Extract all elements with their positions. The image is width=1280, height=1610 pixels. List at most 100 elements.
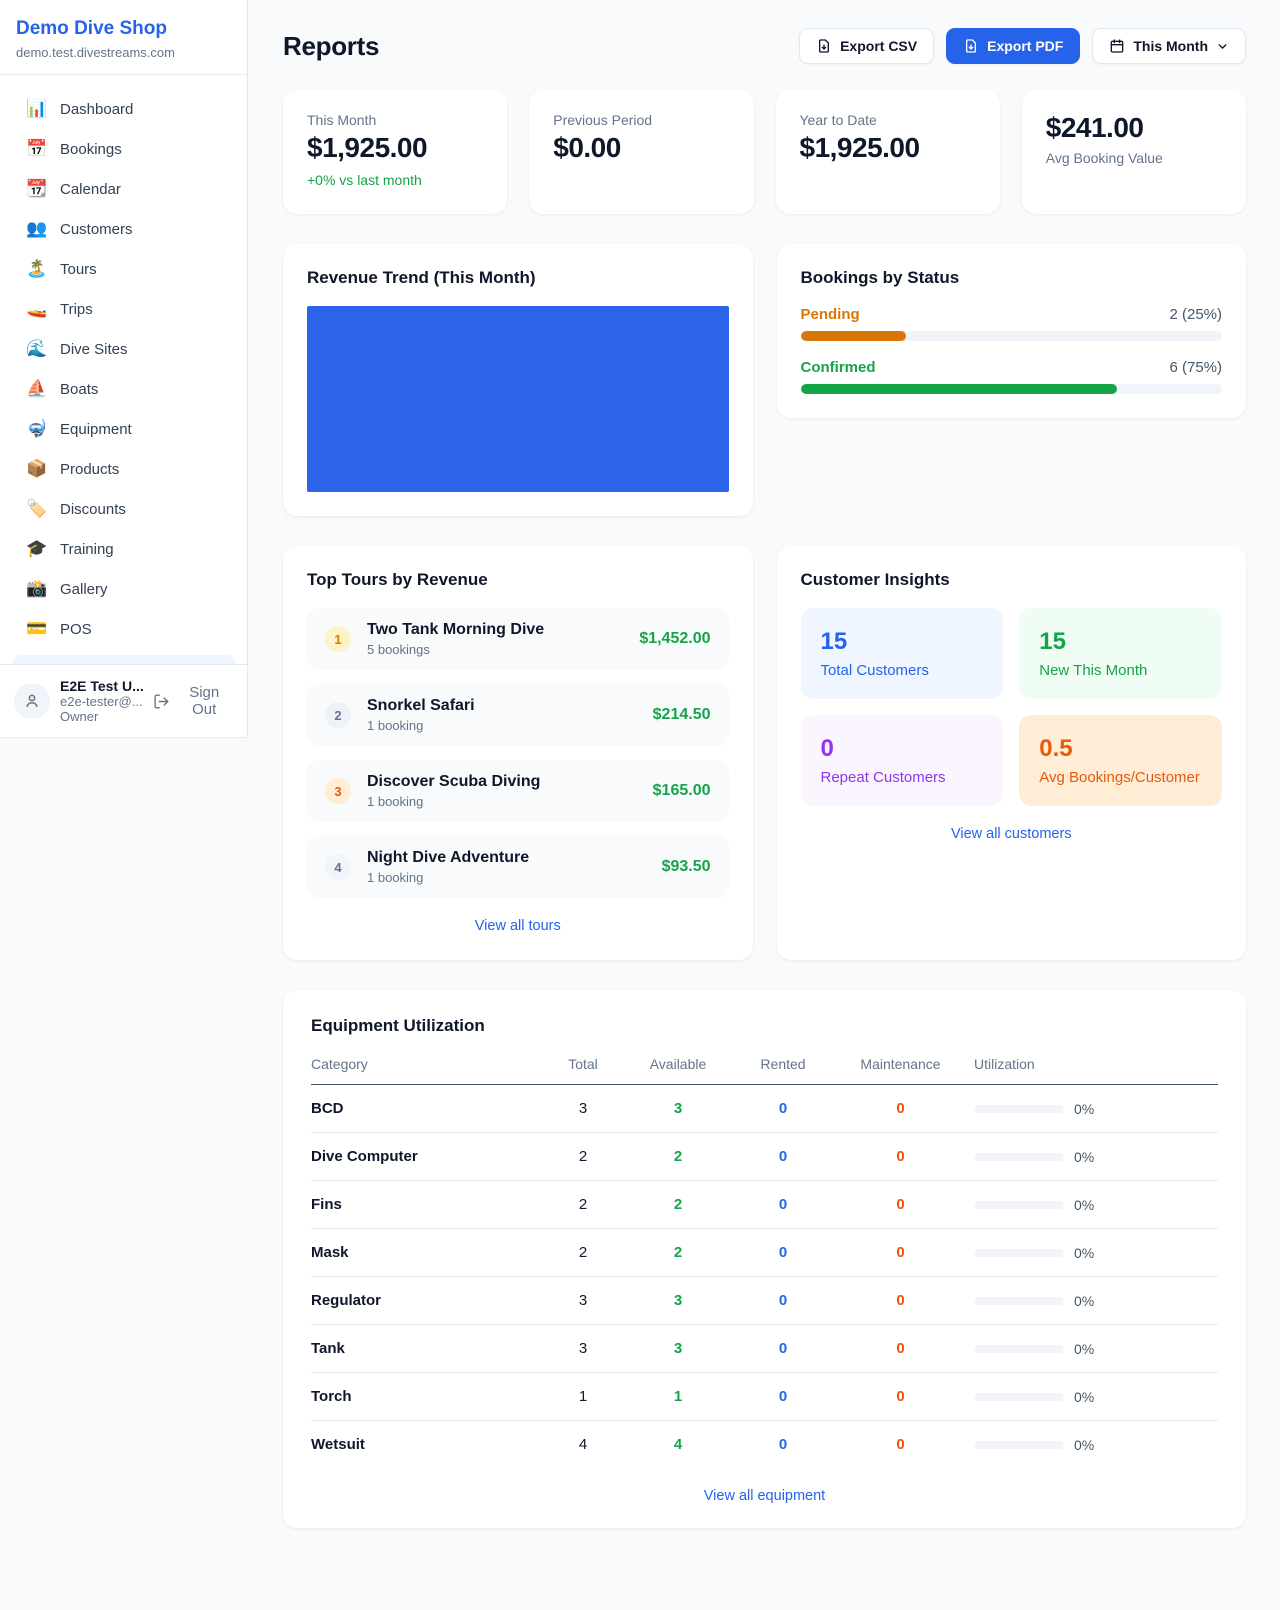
customer-insights-card: Customer Insights 15 Total Customers 15 … <box>777 546 1247 960</box>
utilization-bar <box>974 1249 1064 1257</box>
utilization-bar <box>974 1441 1064 1449</box>
page-title: Reports <box>283 31 379 62</box>
column-header-maintenance: Maintenance <box>833 1056 968 1085</box>
insight-tile-repeat-customers: 0 Repeat Customers <box>801 715 1004 806</box>
cell-utilization: 0% <box>1074 1293 1094 1309</box>
sidebar-item-discounts[interactable]: 🏷️ Discounts <box>0 489 247 529</box>
header-actions: Export CSV Export PDF This Month <box>799 28 1246 64</box>
tour-row[interactable]: 1 Two Tank Morning Dive 5 bookings $1,45… <box>307 608 729 670</box>
tour-name: Snorkel Safari <box>367 697 475 715</box>
progress-fill <box>801 331 906 341</box>
sidebar-item-label: Equipment <box>60 421 132 438</box>
sidebar-item-customers[interactable]: 👥 Customers <box>0 209 247 249</box>
insight-tile-new-this-month: 15 New This Month <box>1019 608 1222 699</box>
sidebar-item-calendar[interactable]: 📆 Calendar <box>0 169 247 209</box>
utilization-bar <box>974 1105 1064 1113</box>
cell-utilization: 0% <box>1074 1245 1094 1261</box>
sidebar-item-label: Tours <box>60 261 97 278</box>
cell-rented: 0 <box>733 1229 833 1277</box>
cell-rented: 0 <box>733 1421 833 1469</box>
insight-value: 15 <box>1039 628 1202 656</box>
export-csv-button[interactable]: Export CSV <box>799 28 934 64</box>
cell-rented: 0 <box>733 1181 833 1229</box>
progress-track <box>801 384 1223 394</box>
sidebar-item-label: Products <box>60 461 119 478</box>
user-meta: E2E Test U... e2e-tester@... Owner <box>60 678 143 724</box>
sign-out-label: Sign Out <box>175 684 233 718</box>
main-content: Reports Export CSV Export PDF <box>249 0 1280 1568</box>
brand-name[interactable]: Demo Dive Shop <box>16 18 231 40</box>
logout-icon <box>153 693 170 710</box>
sidebar-item-label: Training <box>60 541 114 558</box>
sidebar-item-pos[interactable]: 💳 POS <box>0 609 247 649</box>
view-all-customers-link[interactable]: View all customers <box>951 826 1072 842</box>
table-row: Dive Computer 2 2 0 0 0% <box>311 1133 1218 1181</box>
cell-available: 2 <box>623 1133 733 1181</box>
cell-category: Wetsuit <box>311 1421 543 1469</box>
sidebar-item-products[interactable]: 📦 Products <box>0 449 247 489</box>
sidebar-item-tours[interactable]: 🏝️ Tours <box>0 249 247 289</box>
utilization-bar <box>974 1153 1064 1161</box>
tour-row[interactable]: 4 Night Dive Adventure 1 booking $93.50 <box>307 836 729 898</box>
stat-value: $1,925.00 <box>800 132 976 164</box>
table-row: Regulator 3 3 0 0 0% <box>311 1277 1218 1325</box>
sidebar-item-training[interactable]: 🎓 Training <box>0 529 247 569</box>
cell-rented: 0 <box>733 1085 833 1133</box>
cell-utilization: 0% <box>1074 1149 1094 1165</box>
status-row-pending: Pending 2 (25%) <box>801 306 1223 341</box>
cell-category: Tank <box>311 1325 543 1373</box>
sidebar-item-boats[interactable]: ⛵ Boats <box>0 369 247 409</box>
user-role: Owner <box>60 709 143 724</box>
cell-available: 2 <box>623 1181 733 1229</box>
insight-value: 15 <box>821 628 984 656</box>
status-count: 6 (75%) <box>1169 359 1222 376</box>
island-icon: 🏝️ <box>26 259 46 279</box>
view-all-tours-link[interactable]: View all tours <box>475 918 561 934</box>
rank-badge: 2 <box>325 702 351 728</box>
progress-track <box>801 331 1223 341</box>
view-all-equipment-link[interactable]: View all equipment <box>704 1488 825 1504</box>
tour-amount: $1,452.00 <box>639 630 710 648</box>
sidebar-item-bookings[interactable]: 📅 Bookings <box>0 129 247 169</box>
brand: Demo Dive Shop demo.test.divestreams.com <box>0 0 247 75</box>
tour-amount: $165.00 <box>653 782 711 800</box>
top-tours-title: Top Tours by Revenue <box>307 570 729 590</box>
page-header: Reports Export CSV Export PDF <box>283 28 1246 64</box>
charts-row: Revenue Trend (This Month) Bookings by S… <box>283 244 1246 516</box>
sign-out-button[interactable]: Sign Out <box>153 684 233 718</box>
utilization-bar <box>974 1393 1064 1401</box>
cell-utilization: 0% <box>1074 1389 1094 1405</box>
sidebar-item-gallery[interactable]: 📸 Gallery <box>0 569 247 609</box>
sidebar-item-label: Dive Sites <box>60 341 128 358</box>
cell-utilization: 0% <box>1074 1197 1094 1213</box>
table-row: Mask 2 2 0 0 0% <box>311 1229 1218 1277</box>
period-dropdown[interactable]: This Month <box>1092 28 1246 64</box>
package-icon: 📦 <box>26 459 46 479</box>
cell-total: 2 <box>543 1229 623 1277</box>
cell-rented: 0 <box>733 1373 833 1421</box>
tour-row[interactable]: 2 Snorkel Safari 1 booking $214.50 <box>307 684 729 746</box>
tour-bookings: 1 booking <box>367 794 540 809</box>
tour-name: Night Dive Adventure <box>367 849 529 867</box>
sidebar-item-equipment[interactable]: 🤿 Equipment <box>0 409 247 449</box>
export-pdf-button[interactable]: Export PDF <box>946 28 1080 64</box>
utilization-bar <box>974 1345 1064 1353</box>
graduation-cap-icon: 🎓 <box>26 539 46 559</box>
cell-available: 3 <box>623 1085 733 1133</box>
period-label: This Month <box>1133 38 1208 54</box>
cell-utilization: 0% <box>1074 1341 1094 1357</box>
cell-maintenance: 0 <box>833 1133 968 1181</box>
table-row: Torch 1 1 0 0 0% <box>311 1373 1218 1421</box>
tour-row[interactable]: 3 Discover Scuba Diving 1 booking $165.0… <box>307 760 729 822</box>
tour-bookings: 1 booking <box>367 870 529 885</box>
table-row: Wetsuit 4 4 0 0 0% <box>311 1421 1218 1469</box>
sidebar-item-trips[interactable]: 🚤 Trips <box>0 289 247 329</box>
stats-row: This Month $1,925.00 +0% vs last month P… <box>283 90 1246 214</box>
sidebar-item-dashboard[interactable]: 📊 Dashboard <box>0 89 247 129</box>
bookings-by-status-card: Bookings by Status Pending 2 (25%) Confi… <box>777 244 1247 418</box>
tour-bookings: 5 bookings <box>367 642 544 657</box>
stat-value: $0.00 <box>553 132 729 164</box>
status-label: Pending <box>801 306 860 323</box>
insight-label: Repeat Customers <box>821 769 984 786</box>
sidebar-item-dive-sites[interactable]: 🌊 Dive Sites <box>0 329 247 369</box>
